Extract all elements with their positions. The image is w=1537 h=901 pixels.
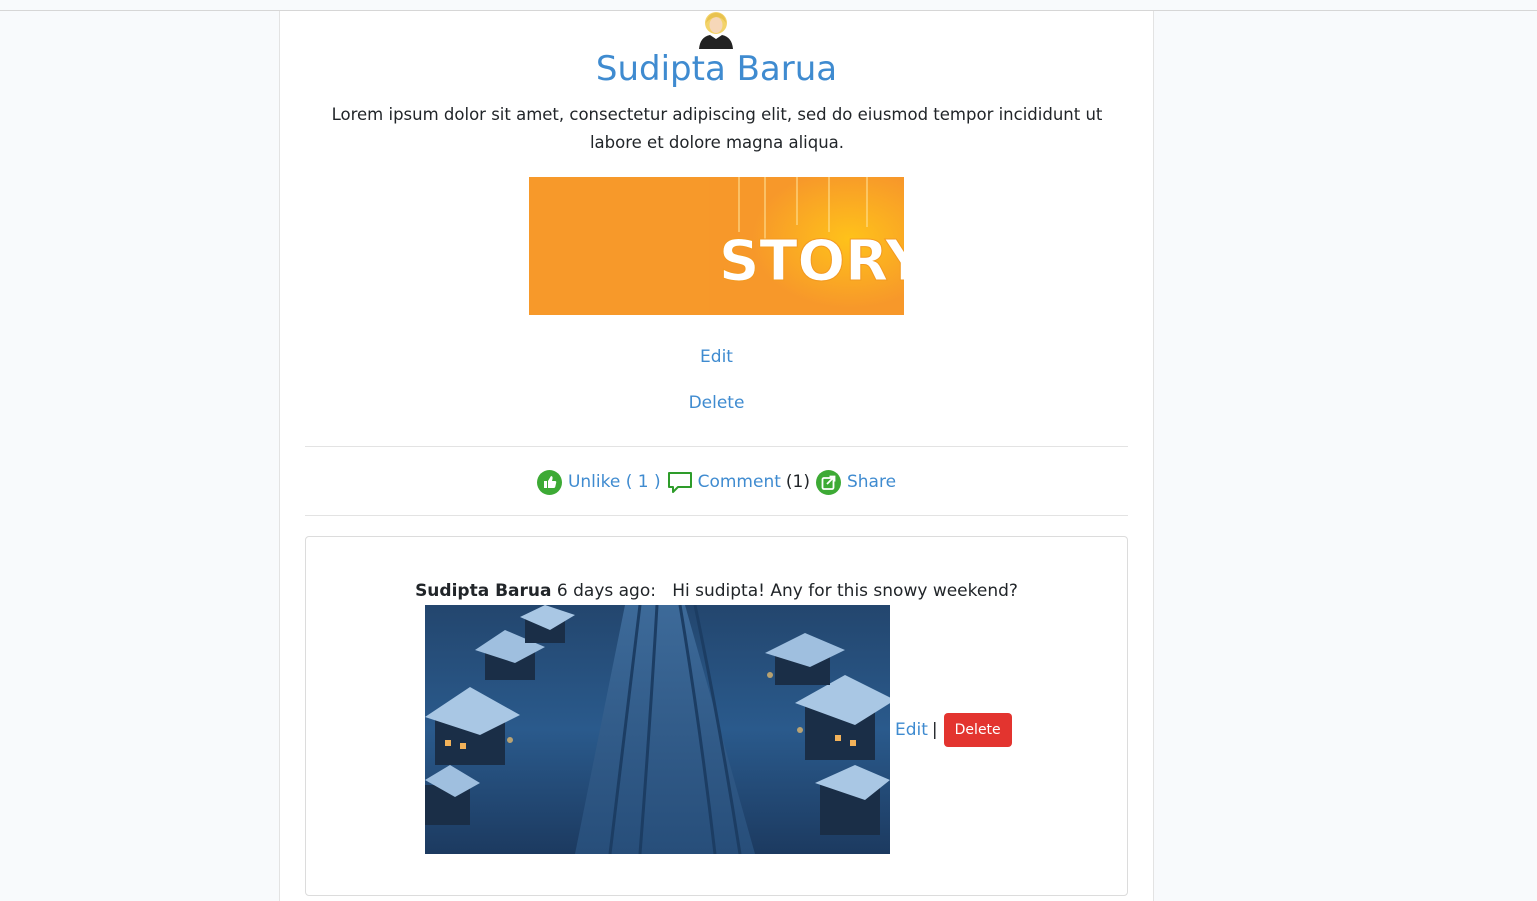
post-body-text: Lorem ipsum dolor sit amet, consectetur … [331,105,1103,152]
story-image-text: STORY [719,229,904,294]
post-delete-link-wrap: Delete [280,391,1153,415]
comment-actions: Edit | Delete [895,713,1012,747]
user-avatar-icon [699,12,733,49]
comment-author: Sudipta Barua [415,581,552,601]
comments-section: Sudipta Barua 6 days ago: Hi sudipta! An… [305,536,1128,896]
share-icon [815,469,841,495]
like-link[interactable]: Unlike ( 1 ) [568,472,661,492]
comment-count: (1) [785,472,810,492]
post-card: Sudipta Barua Lorem ipsum dolor sit amet… [279,11,1154,901]
thumbs-up-icon [536,469,562,495]
divider [305,446,1128,447]
post-author-name[interactable]: Sudipta Barua [280,47,1153,91]
share-link[interactable]: Share [847,472,896,492]
comment-time: 6 days ago: [556,581,656,601]
divider [305,515,1128,516]
comment-text: Hi sudipta! Any for this snowy weekend? [672,581,1018,601]
comment-header: Sudipta Barua 6 days ago: Hi sudipta! An… [306,579,1127,603]
post-actions-bar: Unlike ( 1 ) Comment (1) Share [280,469,1153,495]
speech-bubble-icon [667,471,692,493]
comment-delete-button[interactable]: Delete [943,713,1012,747]
comment-edit-link[interactable]: Edit [895,720,928,740]
comment-action[interactable]: Comment (1) [667,470,810,495]
comment-action-separator: | [931,720,938,740]
post-edit-link[interactable]: Edit [700,347,733,367]
comment-image [425,605,890,854]
post-delete-link[interactable]: Delete [689,393,745,413]
like-action[interactable]: Unlike ( 1 ) [536,469,661,495]
post-edit-link-wrap: Edit [280,345,1153,369]
top-border [0,0,1537,11]
share-action[interactable]: Share [815,469,896,495]
post-image: STORY [529,177,904,315]
comment-link[interactable]: Comment [698,472,781,492]
